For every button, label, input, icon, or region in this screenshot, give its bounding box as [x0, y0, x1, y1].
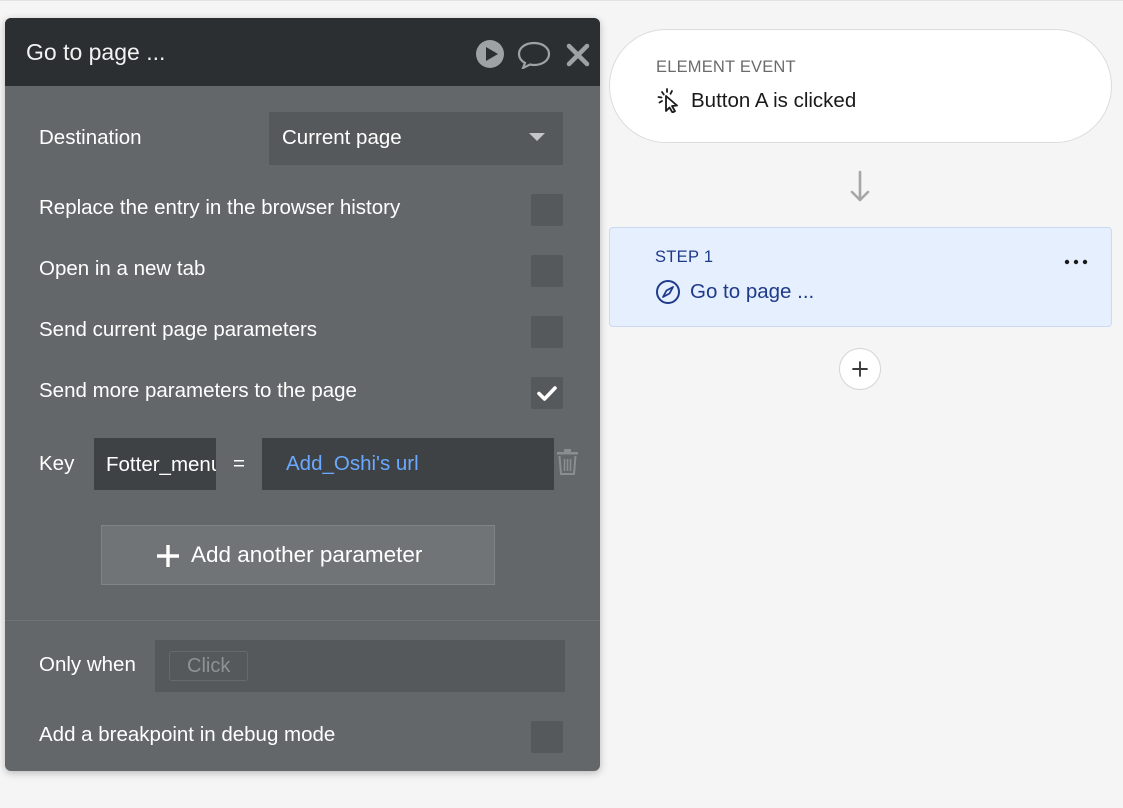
step-title: Go to page ...: [690, 280, 815, 303]
new-tab-checkbox[interactable]: [531, 255, 563, 287]
compass-icon: [655, 279, 681, 305]
action-properties-panel: Go to page ... Destination Current page …: [5, 18, 600, 771]
add-parameter-label: Add another parameter: [191, 542, 423, 567]
replace-history-checkbox[interactable]: [531, 194, 563, 226]
panel-title: Go to page ...: [26, 39, 166, 65]
breakpoint-checkbox[interactable]: [531, 721, 563, 753]
new-tab-label: Open in a new tab: [39, 257, 206, 280]
destination-value: Current page: [282, 126, 402, 149]
event-title: Button A is clicked: [691, 89, 857, 112]
play-icon[interactable]: [475, 39, 505, 69]
key-label: Key: [39, 452, 75, 475]
destination-dropdown[interactable]: Current page: [269, 112, 563, 165]
section-divider: [5, 620, 600, 621]
breakpoint-label: Add a breakpoint in debug mode: [39, 723, 336, 746]
send-current-params-label: Send current page parameters: [39, 318, 318, 341]
param-value-input[interactable]: Add_Oshi's url: [262, 438, 554, 490]
send-more-params-label: Send more parameters to the page: [39, 379, 357, 402]
cursor-click-icon: [656, 87, 682, 113]
close-icon[interactable]: [565, 39, 591, 69]
send-current-params-checkbox[interactable]: [531, 316, 563, 348]
plus-icon: [852, 361, 868, 377]
plus-icon: [155, 543, 181, 569]
arrow-down-icon: [849, 170, 871, 204]
replace-history-label: Replace the entry in the browser history: [39, 196, 401, 219]
add-parameter-button[interactable]: Add another parameter: [101, 525, 495, 585]
checkmark-icon: [537, 386, 557, 401]
param-key-input[interactable]: Fotter_menu: [94, 438, 216, 490]
only-when-placeholder: Click: [169, 651, 248, 681]
more-options-icon[interactable]: [1062, 250, 1090, 274]
only-when-input[interactable]: Click: [155, 640, 565, 692]
send-more-params-checkbox[interactable]: [531, 377, 563, 409]
event-card[interactable]: ELEMENT EVENT Button A is clicked: [609, 29, 1112, 143]
comment-icon[interactable]: [517, 39, 551, 69]
chevron-down-icon: [529, 133, 545, 141]
trash-icon[interactable]: [555, 448, 580, 476]
top-border: [0, 0, 1123, 1]
step-card[interactable]: STEP 1 Go to page ...: [609, 227, 1112, 327]
destination-label: Destination: [39, 126, 142, 149]
param-value-expression[interactable]: Add_Oshi's url: [286, 452, 419, 476]
step-number-label: STEP 1: [655, 248, 714, 266]
panel-header: Go to page ...: [5, 18, 600, 86]
add-step-button[interactable]: [839, 348, 881, 390]
equals-sign: =: [233, 452, 245, 475]
event-type-label: ELEMENT EVENT: [656, 58, 796, 76]
only-when-label: Only when: [39, 653, 136, 676]
